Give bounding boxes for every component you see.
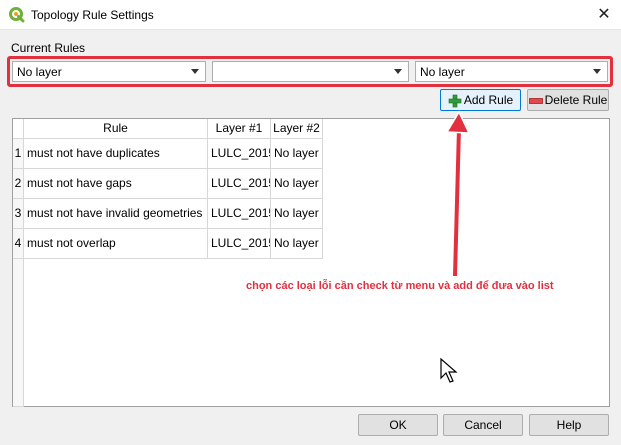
column-header-rule[interactable]: Rule — [24, 119, 208, 139]
table-cell-layer1[interactable]: LULC_2015 — [208, 229, 271, 259]
table-cell-layer2[interactable]: No layer — [271, 139, 323, 169]
add-plus-icon — [448, 94, 462, 108]
row-number[interactable]: 1 — [13, 139, 24, 169]
corner-header — [13, 119, 24, 139]
rule-combo[interactable] — [212, 61, 409, 82]
cancel-button[interactable]: Cancel — [443, 414, 523, 436]
column-header-layer2[interactable]: Layer #2 — [271, 119, 323, 139]
table-cell-layer1[interactable]: LULC_2015 — [208, 169, 271, 199]
chevron-down-icon — [593, 69, 601, 74]
layer1-combo[interactable]: No layer — [12, 61, 206, 82]
table-cell-layer1[interactable]: LULC_2015 — [208, 139, 271, 169]
delete-minus-icon — [528, 97, 543, 104]
help-button[interactable]: Help — [529, 414, 609, 436]
delete-rule-label: Delete Rule — [544, 93, 608, 107]
row-number[interactable]: 3 — [13, 199, 24, 229]
layer2-combo-value: No layer — [420, 65, 465, 79]
rules-table[interactable]: Rule Layer #1 Layer #2 1 must not have d… — [12, 118, 610, 407]
qgis-icon — [9, 7, 25, 23]
row-number[interactable]: 2 — [13, 169, 24, 199]
table-cell-rule[interactable]: must not have duplicates — [24, 139, 208, 169]
chevron-down-icon — [394, 69, 402, 74]
column-header-layer1[interactable]: Layer #1 — [208, 119, 271, 139]
table-cell-rule[interactable]: must not have invalid geometries — [24, 199, 208, 229]
row-header-filler — [13, 259, 24, 407]
current-rules-label: Current Rules — [11, 41, 86, 55]
table-cell-rule[interactable]: must not overlap — [24, 229, 208, 259]
title-bar: Topology Rule Settings ✕ — [0, 0, 621, 30]
layer1-combo-value: No layer — [17, 65, 62, 79]
delete-rule-button[interactable]: Delete Rule — [527, 89, 609, 111]
table-cell-layer2[interactable]: No layer — [271, 199, 323, 229]
window-title: Topology Rule Settings — [31, 8, 154, 22]
table-cell-layer1[interactable]: LULC_2015 — [208, 199, 271, 229]
layer2-combo[interactable]: No layer — [415, 61, 608, 82]
table-cell-rule[interactable]: must not have gaps — [24, 169, 208, 199]
chevron-down-icon — [191, 69, 199, 74]
add-rule-label: Add Rule — [463, 93, 514, 107]
table-cell-layer2[interactable]: No layer — [271, 169, 323, 199]
table-cell-layer2[interactable]: No layer — [271, 229, 323, 259]
row-number[interactable]: 4 — [13, 229, 24, 259]
add-rule-button[interactable]: Add Rule — [440, 89, 521, 111]
annotation-text: chọn các loại lỗi cần check từ menu và a… — [246, 280, 554, 292]
close-button[interactable]: ✕ — [590, 3, 618, 27]
ok-button[interactable]: OK — [358, 414, 438, 436]
mouse-cursor-icon — [440, 358, 458, 383]
